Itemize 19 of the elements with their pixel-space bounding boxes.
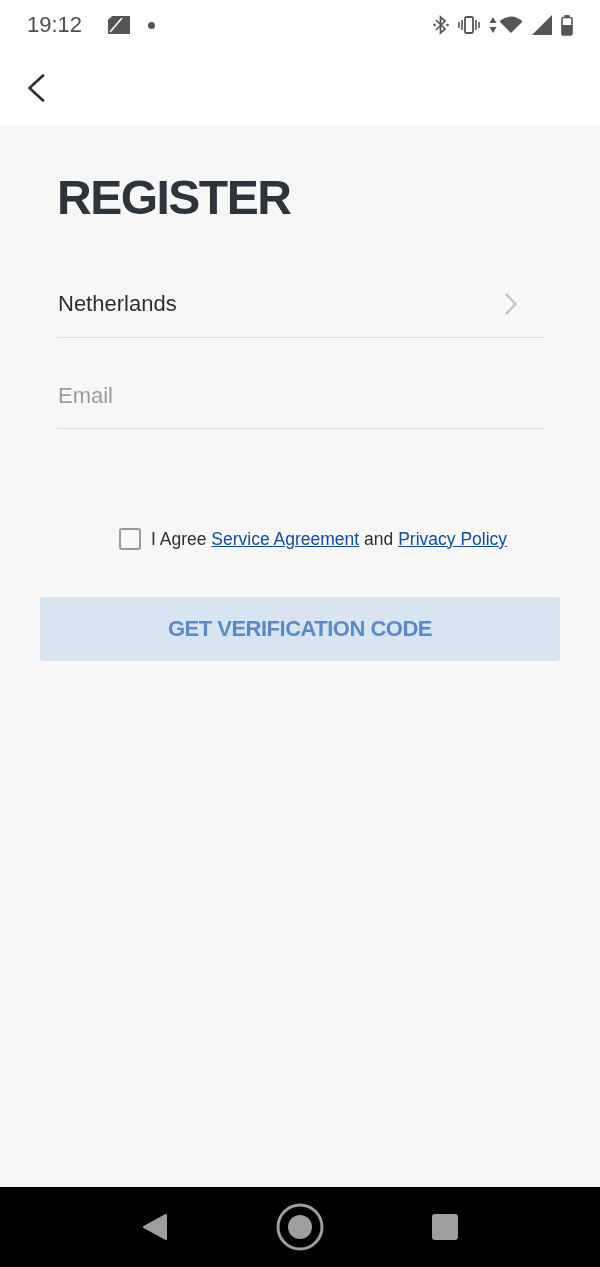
back-icon[interactable] xyxy=(27,73,45,102)
country-selector[interactable]: Netherlands xyxy=(57,271,544,338)
agree-checkbox[interactable] xyxy=(119,528,141,550)
signal-icon xyxy=(532,15,552,35)
text-link[interactable]: Service Agreement xyxy=(211,528,360,549)
status-time: 19:12 xyxy=(27,12,83,38)
battery-icon xyxy=(561,14,573,36)
agreement-text: I Agree Service Agreement and Privacy Policy xyxy=(151,528,508,550)
card-icon xyxy=(108,16,131,34)
back-icon[interactable] xyxy=(142,1213,168,1241)
home-icon[interactable] xyxy=(276,1203,324,1251)
wifi-icon xyxy=(499,16,523,34)
vibrate-icon xyxy=(458,16,480,34)
email-field[interactable]: Email xyxy=(57,338,544,429)
data-arrows-icon xyxy=(489,16,497,34)
bluetooth-icon xyxy=(433,15,449,35)
page-title: REGISTER xyxy=(57,174,291,222)
notification-dot-icon xyxy=(148,21,156,29)
text-link[interactable]: Privacy Policy xyxy=(398,528,508,549)
